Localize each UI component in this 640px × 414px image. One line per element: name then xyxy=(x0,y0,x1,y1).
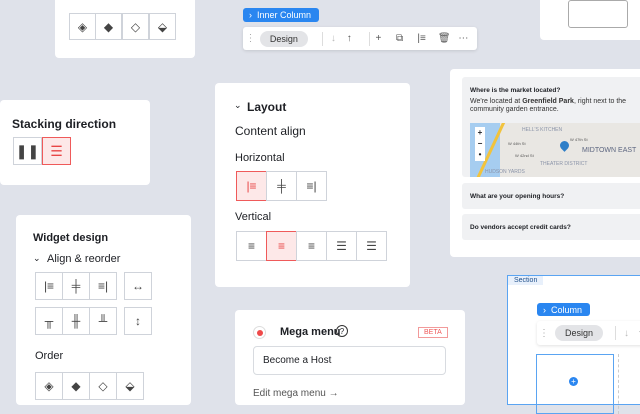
chevron-down-icon[interactable]: ⌄ xyxy=(234,100,242,111)
column-label: Column xyxy=(551,304,583,315)
section-label: Section xyxy=(508,276,544,285)
move-up-icon[interactable]: ↑ xyxy=(347,33,363,44)
v-align-bottom-button[interactable]: ≡ xyxy=(296,231,327,261)
duplicate-icon[interactable]: ⧉ xyxy=(396,33,417,44)
chevron-right-icon: › xyxy=(543,304,546,315)
faq-question: Do vendors accept credit cards? xyxy=(470,224,571,231)
v-align-center-button[interactable]: ≡ xyxy=(266,231,297,261)
align-middle-icon[interactable]: ╫ xyxy=(62,307,90,335)
add-icon[interactable]: + xyxy=(375,33,396,44)
mega-menu-input[interactable]: Become a Host xyxy=(253,346,446,375)
stretch-horizontal-icon[interactable]: ↔ xyxy=(124,272,152,300)
faq-question: Where is the market located? xyxy=(470,87,561,94)
chevron-down-icon[interactable]: ⌄ xyxy=(33,253,41,264)
column-tag[interactable]: › Column xyxy=(537,303,590,316)
map-label: W 42nd St xyxy=(515,153,534,158)
faq-card: Where is the market located? We're locat… xyxy=(450,69,640,257)
align-right-icon[interactable]: ≡| xyxy=(89,272,117,300)
map-label: W 44th St xyxy=(508,141,526,146)
empty-column[interactable] xyxy=(618,354,640,414)
align-bottom-icon[interactable]: ╨ xyxy=(89,307,117,335)
more-icon[interactable]: ⋯ xyxy=(458,33,477,44)
layers-card: ◈ ◆ ◇ ⬙ xyxy=(55,0,195,58)
map-pin-icon[interactable] xyxy=(558,139,571,152)
trash-icon[interactable]: 🗑 xyxy=(438,33,459,44)
map-label: MIDTOWN EAST xyxy=(582,147,637,154)
order-back-icon[interactable]: ◈ xyxy=(35,372,63,400)
h-align-right-button[interactable]: ≡| xyxy=(296,171,327,201)
layers-icon[interactable]: ◈ xyxy=(69,13,96,40)
inner-column-tag[interactable]: › Inner Column xyxy=(243,8,319,22)
v-stretch-button[interactable]: ☰ xyxy=(356,231,387,261)
design-button[interactable]: Design xyxy=(555,325,604,341)
horizontal-stack-button[interactable]: ❚❚ xyxy=(13,137,42,165)
h-align-center-button[interactable]: ╪ xyxy=(266,171,297,201)
map-label: HELL'S KITCHEN xyxy=(522,127,563,133)
layout-title: Layout xyxy=(247,100,287,114)
layers-top-icon[interactable]: ⬙ xyxy=(149,13,176,40)
align-center-icon[interactable]: ╪ xyxy=(62,272,90,300)
content-align-label: Content align xyxy=(235,124,306,138)
v-space-between-button[interactable]: ☰ xyxy=(326,231,357,261)
widget-design-card: Widget design ⌄ Align & reorder |≡ ╪ ≡| … xyxy=(16,215,191,405)
help-icon[interactable]: ? xyxy=(336,325,348,337)
map-label: HUDSON YARDS xyxy=(485,169,525,175)
faq-answer: We're located at Greenfield Park, right … xyxy=(470,98,627,113)
h-align-left-button[interactable]: |≡ xyxy=(236,171,267,201)
stacking-direction-card: Stacking direction ❚❚ ☰ xyxy=(0,100,150,185)
layout-card: ⌄ Layout Content align Horizontal |≡ ╪ ≡… xyxy=(215,83,410,287)
inner-column-toolbar: ⋮ Design ↓ ↑ + ⧉ |≡ 🗑 ⋯ xyxy=(243,27,477,50)
align-left-icon[interactable]: |≡ xyxy=(35,272,63,300)
mega-menu-card: Mega menu ? BETA Become a Host Edit mega… xyxy=(235,310,465,405)
zoom-controls[interactable]: + − • xyxy=(475,127,485,161)
card-illustration-icon xyxy=(568,0,628,28)
align-icon[interactable]: |≡ xyxy=(417,33,438,44)
edit-mega-menu-link[interactable]: Edit mega menu → xyxy=(253,388,339,399)
faq-question: What are your opening hours? xyxy=(470,193,565,200)
widget-title: Widget design xyxy=(33,232,109,244)
order-backward-icon[interactable]: ◆ xyxy=(62,372,90,400)
beta-badge: BETA xyxy=(418,327,448,338)
order-front-icon[interactable]: ⬙ xyxy=(116,372,144,400)
stretch-vertical-icon[interactable]: ↕ xyxy=(124,307,152,335)
design-button[interactable]: Design xyxy=(259,30,308,47)
faq-item-3[interactable]: Do vendors accept credit cards? xyxy=(462,214,640,240)
mega-menu-title: Mega menu xyxy=(280,326,341,338)
move-down-icon[interactable]: ↓ xyxy=(624,328,638,339)
layers-filled-icon[interactable]: ◆ xyxy=(95,13,122,40)
map-label: THEATER DISTRICT xyxy=(540,161,588,167)
illustration-card xyxy=(540,0,640,40)
align-reorder-label[interactable]: Align & reorder xyxy=(47,253,120,265)
align-top-icon[interactable]: ╥ xyxy=(35,307,63,335)
vertical-stack-button[interactable]: ☰ xyxy=(42,137,71,165)
map-label: W 47th St xyxy=(570,137,588,142)
chevron-right-icon: › xyxy=(249,10,252,20)
drag-handle-icon[interactable]: ⋮ xyxy=(243,33,258,44)
map[interactable]: + − • HELL'S KITCHEN THEATER DISTRICT MIDT… xyxy=(470,123,640,177)
horizontal-label: Horizontal xyxy=(235,152,285,164)
add-widget-icon[interactable]: + xyxy=(569,377,578,386)
column-toolbar: ⋮ Design ↓ ↑ xyxy=(537,321,640,345)
move-down-icon[interactable]: ↓ xyxy=(331,33,347,44)
drag-handle-icon[interactable]: ⋮ xyxy=(537,328,551,339)
order-forward-icon[interactable]: ◇ xyxy=(89,372,117,400)
record-icon[interactable] xyxy=(253,326,266,339)
stacking-title: Stacking direction xyxy=(12,117,117,131)
faq-item-2[interactable]: What are your opening hours? xyxy=(462,183,640,209)
v-align-top-button[interactable]: ≡ xyxy=(236,231,267,261)
layers-outline-icon[interactable]: ◇ xyxy=(122,13,149,40)
faq-item-1[interactable]: Where is the market located? We're locat… xyxy=(462,77,640,177)
order-label: Order xyxy=(35,350,64,362)
vertical-label: Vertical xyxy=(235,211,272,223)
inner-column-label: Inner Column xyxy=(257,10,312,20)
